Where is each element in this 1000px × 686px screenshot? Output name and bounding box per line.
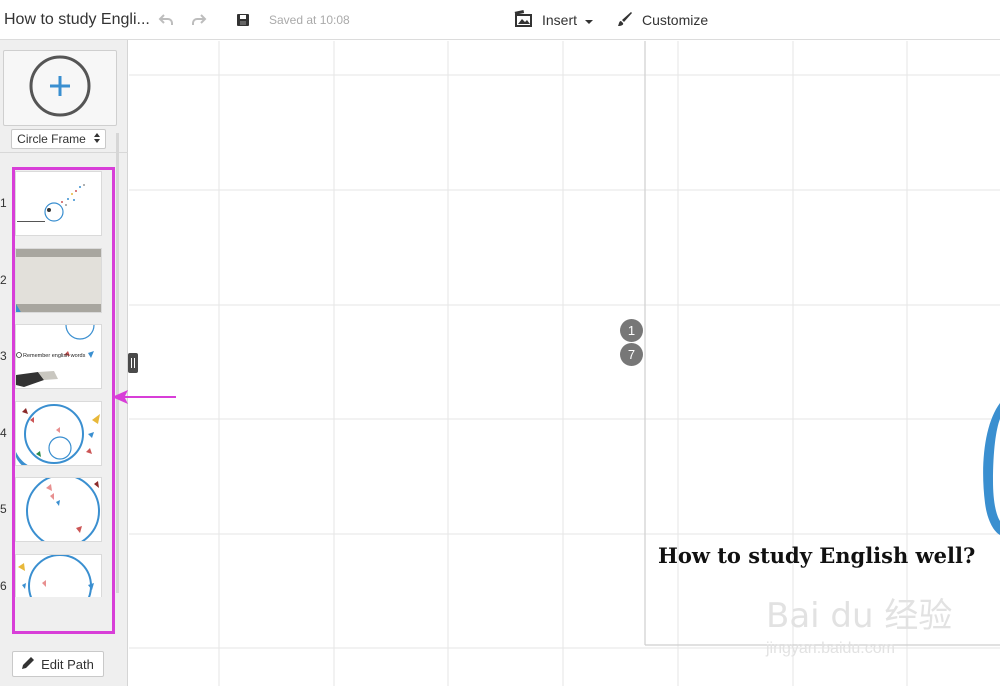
add-frame-button[interactable] [3, 50, 117, 126]
thumbnail-scrollbar[interactable] [116, 133, 119, 593]
thumbnail-caption: Remember english words [23, 353, 86, 359]
frame-thumbnail-row[interactable]: 5 [0, 475, 128, 543]
document-title[interactable]: How to study Engli... [4, 11, 150, 29]
frame-thumbnail-row[interactable]: 2 [0, 246, 128, 314]
frame-number: 1 [0, 196, 7, 210]
frame-thumbnail[interactable] [15, 554, 102, 597]
annotation-arrow-icon [112, 390, 176, 404]
pencil-icon [22, 656, 35, 672]
brush-icon [617, 11, 633, 30]
frame-number: 6 [0, 579, 7, 593]
edit-path-button[interactable]: Edit Path [12, 651, 104, 677]
frame-thumbnail[interactable] [15, 171, 102, 236]
frame-number: 2 [0, 273, 7, 287]
frame-thumbnail[interactable] [15, 401, 102, 466]
edit-path-label: Edit Path [41, 656, 94, 672]
frame-thumbnail[interactable] [15, 248, 102, 313]
insert-label: Insert [542, 12, 578, 28]
customize-button[interactable]: Customize [617, 8, 708, 32]
canvas-grid [129, 41, 1000, 686]
insert-icon [514, 9, 534, 31]
frame-number: 5 [0, 502, 7, 516]
customize-label: Customize [642, 12, 709, 28]
save-icon[interactable] [234, 11, 252, 29]
slide-title[interactable]: How to study English well? [658, 543, 975, 568]
frame-thumbnail[interactable]: Remember english words [15, 324, 102, 389]
frame-number: 4 [0, 426, 7, 440]
frame-thumbnail-row[interactable]: 4 [0, 399, 128, 467]
sidebar-collapse-handle[interactable] [128, 353, 138, 373]
editing-canvas[interactable] [129, 41, 1000, 686]
frame-marker[interactable]: 1 [620, 319, 643, 342]
frame-number: 3 [0, 349, 7, 363]
frame-thumbnail-list[interactable]: 1 2 3 Remember english words 4 5 6 [0, 127, 128, 597]
insert-menu-button[interactable]: Insert [514, 8, 594, 32]
frame-thumbnail[interactable] [15, 477, 102, 542]
top-toolbar: How to study Engli... Saved at 10:08 Ins… [0, 0, 1000, 40]
chevron-down-icon [585, 12, 594, 28]
frame-thumbnail-row[interactable]: 1 [0, 169, 128, 237]
frame-thumbnail-row[interactable]: 6 [0, 552, 128, 597]
plus-circle-icon [28, 54, 92, 123]
saved-status: Saved at 10:08 [269, 13, 350, 27]
undo-icon[interactable] [157, 11, 175, 29]
frame-marker[interactable]: 7 [620, 343, 643, 366]
blue-circle-arc [983, 403, 1000, 535]
redo-icon[interactable] [190, 11, 208, 29]
frame-thumbnail-row[interactable]: 3 Remember english words [0, 322, 128, 390]
